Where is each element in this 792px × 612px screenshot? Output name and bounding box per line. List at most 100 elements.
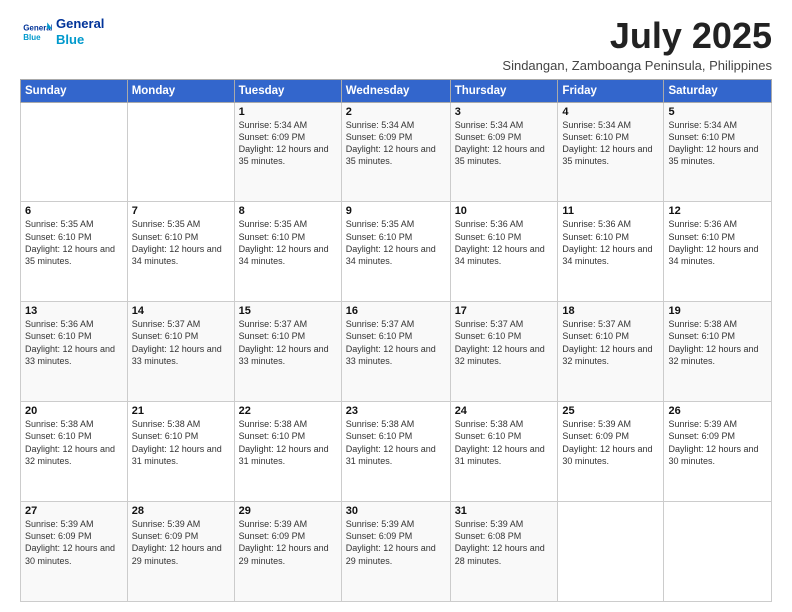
day-cell: 10Sunrise: 5:36 AM Sunset: 6:10 PM Dayli… (450, 202, 558, 302)
day-info: Sunrise: 5:39 AM Sunset: 6:09 PM Dayligh… (25, 518, 123, 567)
day-info: Sunrise: 5:34 AM Sunset: 6:10 PM Dayligh… (562, 119, 659, 168)
logo-line1: General (56, 16, 104, 32)
day-cell: 9Sunrise: 5:35 AM Sunset: 6:10 PM Daylig… (341, 202, 450, 302)
day-cell: 7Sunrise: 5:35 AM Sunset: 6:10 PM Daylig… (127, 202, 234, 302)
day-info: Sunrise: 5:35 AM Sunset: 6:10 PM Dayligh… (346, 218, 446, 267)
week-row-1: 1Sunrise: 5:34 AM Sunset: 6:09 PM Daylig… (21, 102, 772, 202)
day-number: 6 (25, 205, 123, 217)
day-number: 19 (668, 305, 767, 317)
week-row-2: 6Sunrise: 5:35 AM Sunset: 6:10 PM Daylig… (21, 202, 772, 302)
day-info: Sunrise: 5:36 AM Sunset: 6:10 PM Dayligh… (455, 218, 554, 267)
day-cell: 3Sunrise: 5:34 AM Sunset: 6:09 PM Daylig… (450, 102, 558, 202)
day-info: Sunrise: 5:37 AM Sunset: 6:10 PM Dayligh… (455, 318, 554, 367)
day-info: Sunrise: 5:38 AM Sunset: 6:10 PM Dayligh… (25, 418, 123, 467)
day-cell (127, 102, 234, 202)
col-header-thursday: Thursday (450, 79, 558, 102)
day-info: Sunrise: 5:35 AM Sunset: 6:10 PM Dayligh… (239, 218, 337, 267)
day-cell: 19Sunrise: 5:38 AM Sunset: 6:10 PM Dayli… (664, 302, 772, 402)
title-block: July 2025 Sindangan, Zamboanga Peninsula… (502, 16, 772, 73)
day-number: 1 (239, 106, 337, 118)
day-number: 20 (25, 405, 123, 417)
main-title: July 2025 (502, 16, 772, 56)
day-number: 11 (562, 205, 659, 217)
day-number: 16 (346, 305, 446, 317)
day-number: 25 (562, 405, 659, 417)
day-info: Sunrise: 5:39 AM Sunset: 6:09 PM Dayligh… (346, 518, 446, 567)
day-cell: 2Sunrise: 5:34 AM Sunset: 6:09 PM Daylig… (341, 102, 450, 202)
day-number: 29 (239, 505, 337, 517)
calendar-table: SundayMondayTuesdayWednesdayThursdayFrid… (20, 79, 772, 602)
day-number: 10 (455, 205, 554, 217)
logo-line2: Blue (56, 32, 104, 48)
day-info: Sunrise: 5:35 AM Sunset: 6:10 PM Dayligh… (25, 218, 123, 267)
day-info: Sunrise: 5:36 AM Sunset: 6:10 PM Dayligh… (562, 218, 659, 267)
day-cell: 17Sunrise: 5:37 AM Sunset: 6:10 PM Dayli… (450, 302, 558, 402)
day-cell: 15Sunrise: 5:37 AM Sunset: 6:10 PM Dayli… (234, 302, 341, 402)
day-number: 23 (346, 405, 446, 417)
day-cell: 27Sunrise: 5:39 AM Sunset: 6:09 PM Dayli… (21, 502, 128, 602)
day-cell: 4Sunrise: 5:34 AM Sunset: 6:10 PM Daylig… (558, 102, 664, 202)
day-info: Sunrise: 5:35 AM Sunset: 6:10 PM Dayligh… (132, 218, 230, 267)
day-number: 15 (239, 305, 337, 317)
day-cell: 20Sunrise: 5:38 AM Sunset: 6:10 PM Dayli… (21, 402, 128, 502)
logo: General Blue General Blue (20, 16, 104, 48)
day-cell: 25Sunrise: 5:39 AM Sunset: 6:09 PM Dayli… (558, 402, 664, 502)
day-cell: 28Sunrise: 5:39 AM Sunset: 6:09 PM Dayli… (127, 502, 234, 602)
day-cell: 16Sunrise: 5:37 AM Sunset: 6:10 PM Dayli… (341, 302, 450, 402)
day-info: Sunrise: 5:34 AM Sunset: 6:09 PM Dayligh… (346, 119, 446, 168)
day-cell: 29Sunrise: 5:39 AM Sunset: 6:09 PM Dayli… (234, 502, 341, 602)
day-info: Sunrise: 5:36 AM Sunset: 6:10 PM Dayligh… (25, 318, 123, 367)
week-row-3: 13Sunrise: 5:36 AM Sunset: 6:10 PM Dayli… (21, 302, 772, 402)
day-cell (664, 502, 772, 602)
day-cell: 12Sunrise: 5:36 AM Sunset: 6:10 PM Dayli… (664, 202, 772, 302)
col-header-saturday: Saturday (664, 79, 772, 102)
day-number: 8 (239, 205, 337, 217)
day-cell: 23Sunrise: 5:38 AM Sunset: 6:10 PM Dayli… (341, 402, 450, 502)
day-cell: 13Sunrise: 5:36 AM Sunset: 6:10 PM Dayli… (21, 302, 128, 402)
day-info: Sunrise: 5:37 AM Sunset: 6:10 PM Dayligh… (239, 318, 337, 367)
day-info: Sunrise: 5:39 AM Sunset: 6:09 PM Dayligh… (239, 518, 337, 567)
day-cell: 31Sunrise: 5:39 AM Sunset: 6:08 PM Dayli… (450, 502, 558, 602)
day-cell: 22Sunrise: 5:38 AM Sunset: 6:10 PM Dayli… (234, 402, 341, 502)
day-number: 22 (239, 405, 337, 417)
day-number: 26 (668, 405, 767, 417)
header: General Blue General Blue July 2025 Sind… (20, 16, 772, 73)
day-cell (21, 102, 128, 202)
day-cell: 11Sunrise: 5:36 AM Sunset: 6:10 PM Dayli… (558, 202, 664, 302)
day-number: 17 (455, 305, 554, 317)
logo-icon: General Blue (20, 16, 52, 48)
day-cell: 24Sunrise: 5:38 AM Sunset: 6:10 PM Dayli… (450, 402, 558, 502)
day-number: 5 (668, 106, 767, 118)
col-header-sunday: Sunday (21, 79, 128, 102)
day-number: 3 (455, 106, 554, 118)
day-info: Sunrise: 5:38 AM Sunset: 6:10 PM Dayligh… (132, 418, 230, 467)
day-number: 31 (455, 505, 554, 517)
day-number: 28 (132, 505, 230, 517)
day-info: Sunrise: 5:39 AM Sunset: 6:08 PM Dayligh… (455, 518, 554, 567)
day-info: Sunrise: 5:34 AM Sunset: 6:09 PM Dayligh… (239, 119, 337, 168)
day-cell: 1Sunrise: 5:34 AM Sunset: 6:09 PM Daylig… (234, 102, 341, 202)
col-header-friday: Friday (558, 79, 664, 102)
week-row-5: 27Sunrise: 5:39 AM Sunset: 6:09 PM Dayli… (21, 502, 772, 602)
header-row: SundayMondayTuesdayWednesdayThursdayFrid… (21, 79, 772, 102)
day-number: 27 (25, 505, 123, 517)
day-info: Sunrise: 5:37 AM Sunset: 6:10 PM Dayligh… (562, 318, 659, 367)
day-number: 21 (132, 405, 230, 417)
day-cell: 21Sunrise: 5:38 AM Sunset: 6:10 PM Dayli… (127, 402, 234, 502)
col-header-tuesday: Tuesday (234, 79, 341, 102)
day-info: Sunrise: 5:37 AM Sunset: 6:10 PM Dayligh… (346, 318, 446, 367)
day-number: 7 (132, 205, 230, 217)
day-cell: 14Sunrise: 5:37 AM Sunset: 6:10 PM Dayli… (127, 302, 234, 402)
day-info: Sunrise: 5:38 AM Sunset: 6:10 PM Dayligh… (346, 418, 446, 467)
day-info: Sunrise: 5:38 AM Sunset: 6:10 PM Dayligh… (668, 318, 767, 367)
day-number: 24 (455, 405, 554, 417)
day-cell: 8Sunrise: 5:35 AM Sunset: 6:10 PM Daylig… (234, 202, 341, 302)
day-info: Sunrise: 5:37 AM Sunset: 6:10 PM Dayligh… (132, 318, 230, 367)
day-info: Sunrise: 5:39 AM Sunset: 6:09 PM Dayligh… (132, 518, 230, 567)
day-number: 30 (346, 505, 446, 517)
day-info: Sunrise: 5:39 AM Sunset: 6:09 PM Dayligh… (562, 418, 659, 467)
day-number: 18 (562, 305, 659, 317)
col-header-wednesday: Wednesday (341, 79, 450, 102)
day-number: 4 (562, 106, 659, 118)
page: General Blue General Blue July 2025 Sind… (0, 0, 792, 612)
